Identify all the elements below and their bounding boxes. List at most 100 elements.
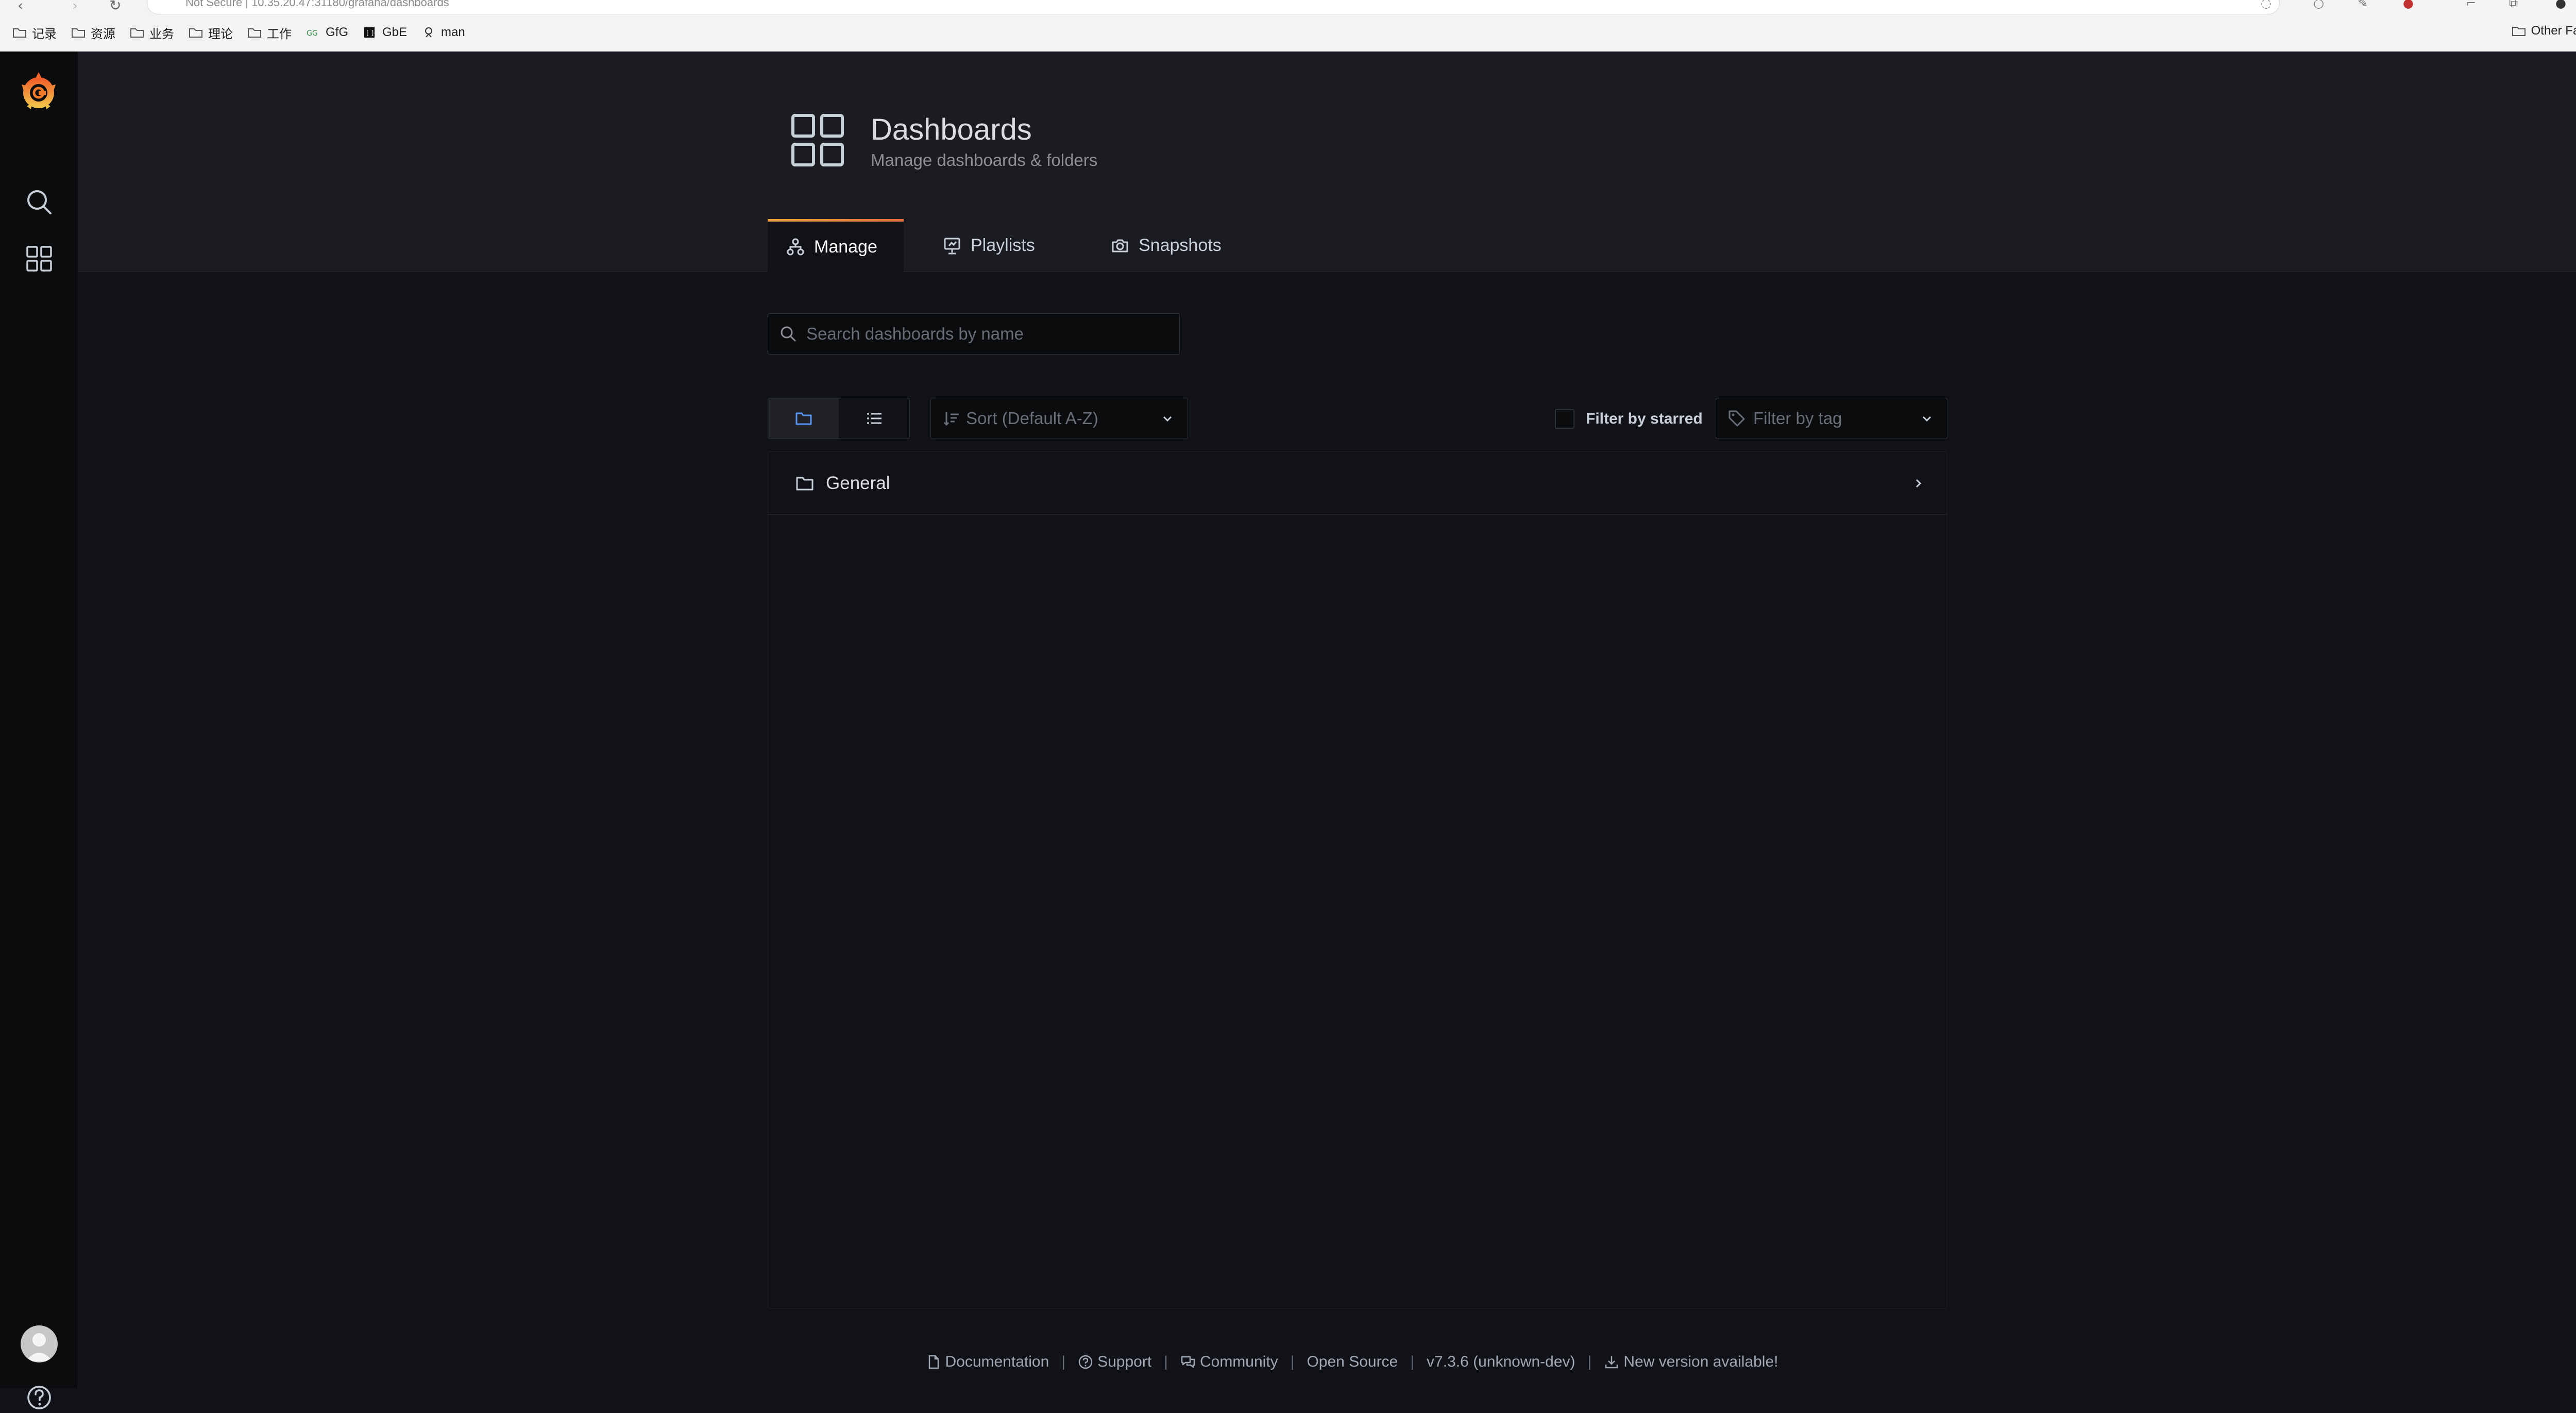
starred-label: Filter by starred [1586,410,1703,427]
back-icon[interactable]: ‹ [18,0,23,14]
bookmark-label: man [441,25,465,39]
bookmarks-bar: 记录 资源 业务 理论 工作 GG GfG [ ] GbE man [12,24,480,41]
sitemap-icon [787,238,804,256]
folder-icon [248,28,261,38]
tab-playlists[interactable]: Playlists [924,219,1054,272]
bookmark-label: 资源 [91,27,115,41]
extension-icon[interactable]: ⌐ [2466,0,2476,10]
gfg-icon: GG [307,29,318,38]
svg-text:GG: GG [307,29,318,38]
download-icon [1605,1356,1618,1369]
extension-icon[interactable]: ✎ [2358,0,2368,10]
folder-icon [130,28,144,38]
sort-select[interactable]: Sort (Default A-Z) [930,398,1188,439]
page-title: Dashboards [871,113,1032,146]
support-label: Support [1097,1353,1152,1370]
extension-icon[interactable]: ⧉ [2509,0,2518,10]
folder-icon [2512,27,2526,36]
footer: Documentation | Support | Community | Op… [0,1346,2576,1378]
folder-view-button[interactable] [768,398,839,439]
support-link[interactable]: Support [1078,1353,1151,1371]
question-circle-icon [1078,1355,1093,1369]
extension-icon[interactable]: ● [2403,0,2414,10]
bookmark-label: 工作 [267,27,292,41]
tag-placeholder: Filter by tag [1753,409,1842,428]
starred-filter[interactable]: Filter by starred [1555,407,1703,431]
address-row: ‹ › ↻ Not Secure | 10.35.20.47:31180/gra… [0,0,2576,14]
community-label: Community [1199,1353,1278,1370]
bookmark-label: 理论 [208,27,233,41]
bookmark-item[interactable]: GG GfG [306,25,348,40]
version-label: v7.3.6 (unknown-dev) [1427,1353,1575,1370]
document-icon [928,1355,939,1369]
search-icon[interactable] [24,187,55,217]
other-favorites[interactable]: Other Favorites [2512,24,2576,38]
extension-icon[interactable]: ○ [2313,0,2324,10]
chevron-down-icon [1163,416,1172,422]
page-subtitle: Manage dashboards & folders [871,150,1098,170]
bookmark-label: GbE [382,25,408,39]
sort-icon [943,412,959,426]
man-icon [425,27,433,38]
tab-snapshots[interactable]: Snapshots [1092,219,1240,272]
extension-icon[interactable]: ◌ [2261,0,2272,10]
page-header: Dashboards Manage dashboards & folders [78,52,2576,272]
documentation-link[interactable]: Documentation [926,1353,1049,1371]
profile-icon[interactable]: ● [2555,0,2566,10]
presentation-icon [944,238,960,254]
bookmark-item[interactable]: [ ] GbE [363,25,407,40]
open-source-label: Open Source [1307,1353,1398,1370]
bookmark-label: GfG [326,25,349,39]
tab-label: Manage [814,237,877,257]
list-view-button[interactable] [839,398,909,439]
bookmark-item[interactable]: 资源 [71,24,115,42]
bookmark-item[interactable]: 理论 [189,24,233,42]
footer-separator: | [1290,1353,1295,1370]
chevron-right-icon [1916,479,1922,487]
new-version-link[interactable]: New version available! [1604,1353,1778,1371]
browser-chrome: ‹ › ↻ Not Secure | 10.35.20.47:31180/gra… [0,0,2576,52]
tag-filter[interactable]: Filter by tag [1716,398,1947,439]
forward-icon[interactable]: › [72,0,78,14]
folder-icon [796,477,814,490]
footer-separator: | [1164,1353,1168,1370]
community-link[interactable]: Community [1180,1353,1278,1371]
footer-separator: | [1410,1353,1415,1370]
folder-icon [72,28,85,38]
bookmark-label: 业务 [149,27,174,41]
help-icon[interactable] [24,1382,55,1413]
sort-placeholder: Sort (Default A-Z) [966,409,1098,428]
bookmark-item[interactable]: 工作 [247,24,292,42]
bookmark-item[interactable]: 记录 [12,24,57,42]
search-input[interactable] [805,316,1179,352]
folder-icon [189,28,202,38]
grafana-logo-icon[interactable] [16,69,61,113]
other-favorites-label: Other Favorites [2531,24,2576,38]
svg-text:[ ]: [ ] [366,29,374,37]
search-box[interactable] [768,313,1180,355]
bookmark-item[interactable]: 业务 [130,24,174,42]
folder-row-general[interactable]: General [768,452,1947,515]
list-icon [867,413,882,424]
sidemenu [0,52,78,1409]
camera-icon [1112,239,1128,252]
bookmark-label: 记录 [32,27,57,41]
folder-icon [13,28,26,38]
version-info: v7.3.6 (unknown-dev) [1427,1353,1575,1371]
reload-icon[interactable]: ↻ [109,0,121,14]
tab-manage[interactable]: Manage [768,219,904,272]
address-text: Not Secure | 10.35.20.47:31180/grafana/d… [185,0,449,9]
dashboards-icon[interactable] [24,243,55,274]
bookmark-item[interactable]: man [421,25,465,40]
open-source-link[interactable]: Open Source [1307,1353,1398,1371]
footer-separator: | [1061,1353,1066,1370]
chevron-down-icon [1922,416,1931,422]
address-bar[interactable] [147,0,2280,14]
view-toggle [768,398,910,439]
starred-checkbox[interactable] [1555,409,1574,429]
tab-label: Snapshots [1139,236,1222,255]
tab-label: Playlists [971,236,1035,255]
gbe-icon: [ ] [364,27,375,38]
search-icon [781,326,796,342]
dashboards-icon [791,114,844,166]
